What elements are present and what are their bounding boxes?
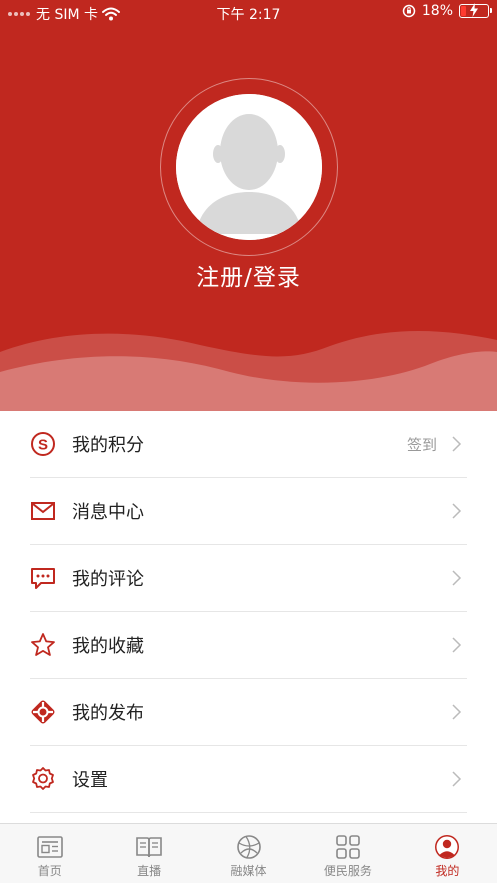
battery-icon bbox=[459, 3, 492, 18]
tab-label: 首页 bbox=[37, 864, 62, 878]
tab-label: 我的 bbox=[435, 864, 460, 878]
login-register-link[interactable]: 注册/登录 bbox=[0, 258, 497, 292]
settings-icon bbox=[30, 761, 66, 797]
tab-home[interactable]: 首页 bbox=[0, 824, 99, 883]
tab-label: 融媒体 bbox=[230, 864, 267, 878]
menu-label: 消息中心 bbox=[72, 502, 144, 523]
menu-item-publish[interactable]: 我的发布 bbox=[30, 679, 467, 746]
battery-info: 18% bbox=[402, 3, 492, 19]
bottom-tab-bar: 首页 直播 融媒体 便民服务 我的 bbox=[0, 823, 497, 883]
chevron-right-icon bbox=[452, 704, 462, 720]
tab-mine[interactable]: 我的 bbox=[398, 824, 497, 883]
news-icon bbox=[36, 836, 63, 858]
menu-label: 我的收藏 bbox=[72, 636, 144, 657]
profile-header: 无 SIM 卡 下午 2:17 18% 注册/登录 bbox=[0, 0, 497, 411]
chevron-right-icon bbox=[452, 503, 462, 519]
tab-label: 直播 bbox=[137, 864, 162, 878]
menu-label: 我的评论 bbox=[72, 569, 144, 590]
chevron-right-icon bbox=[452, 771, 462, 787]
tab-live[interactable]: 直播 bbox=[99, 824, 198, 883]
menu-item-favorites[interactable]: 我的收藏 bbox=[30, 612, 467, 679]
battery-fill bbox=[461, 6, 466, 16]
menu-item-comments[interactable]: 我的评论 bbox=[30, 545, 467, 612]
orientation-lock-icon bbox=[402, 4, 416, 18]
user-icon bbox=[435, 835, 460, 859]
tab-media[interactable]: 融媒体 bbox=[199, 824, 298, 883]
default-avatar-icon bbox=[176, 94, 322, 240]
charging-bolt-icon bbox=[470, 3, 478, 17]
menu-label: 我的积分 bbox=[72, 435, 144, 456]
mail-icon bbox=[30, 493, 66, 529]
menu-item-points[interactable]: S 我的积分 签到 bbox=[30, 411, 467, 478]
menu-item-messages[interactable]: 消息中心 bbox=[30, 478, 467, 545]
publish-icon bbox=[30, 694, 66, 730]
avatar[interactable] bbox=[176, 94, 322, 240]
book-icon bbox=[136, 837, 162, 858]
points-icon: S bbox=[30, 426, 66, 462]
chevron-right-icon bbox=[452, 637, 462, 653]
grid-icon bbox=[336, 835, 360, 859]
menu-item-settings[interactable]: 设置 bbox=[30, 746, 467, 813]
sign-in-button[interactable]: 签到 bbox=[407, 434, 437, 455]
chevron-right-icon bbox=[452, 570, 462, 586]
svg-text:S: S bbox=[38, 437, 48, 454]
chevron-right-icon bbox=[452, 436, 462, 452]
comment-icon bbox=[30, 560, 66, 596]
globe-icon bbox=[236, 835, 261, 859]
battery-percent: 18% bbox=[421, 3, 453, 19]
tab-services[interactable]: 便民服务 bbox=[298, 824, 397, 883]
menu-label: 设置 bbox=[72, 770, 108, 791]
status-bar: 无 SIM 卡 下午 2:17 18% bbox=[0, 0, 497, 26]
tab-label: 便民服务 bbox=[323, 864, 372, 878]
star-icon bbox=[30, 627, 66, 663]
menu-label: 我的发布 bbox=[72, 703, 144, 724]
